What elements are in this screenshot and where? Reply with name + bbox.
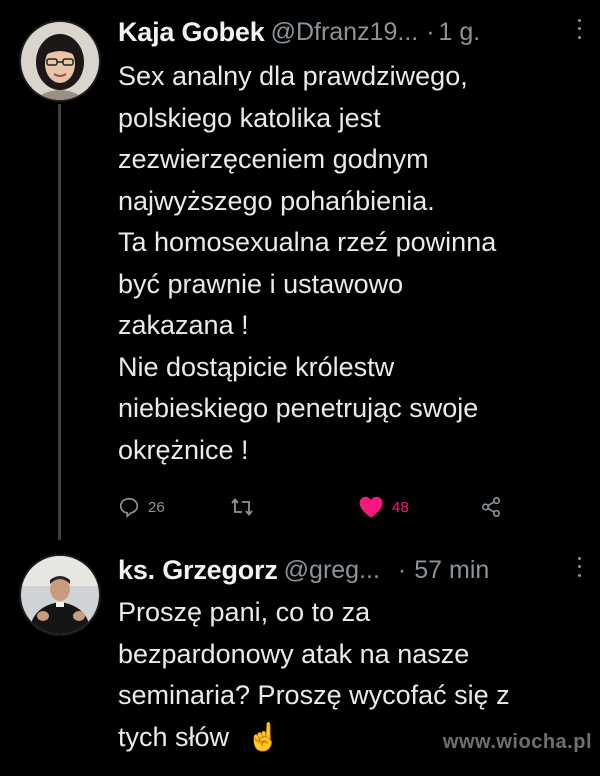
watermark: www.wiocha.pl bbox=[442, 731, 592, 753]
thread-line bbox=[58, 104, 61, 540]
retweet-icon bbox=[231, 498, 253, 516]
text-line: Sex analny dla prawdziwego, bbox=[118, 61, 468, 91]
author-handle[interactable]: @Dfranz19... bbox=[271, 18, 419, 47]
retweet-button[interactable] bbox=[230, 496, 262, 518]
like-button[interactable]: 48 bbox=[358, 495, 409, 519]
author-handle[interactable]: @greg... bbox=[284, 556, 380, 585]
separator: · bbox=[426, 17, 435, 46]
text-line: Ta homosexualna rzeź powinna bbox=[118, 227, 497, 257]
text-line: zakazana ! bbox=[118, 310, 249, 340]
separator: · bbox=[397, 555, 407, 584]
tweet-actions: 26 48 bbox=[118, 492, 540, 522]
text-line: najwyższego pohańbienia. bbox=[118, 185, 435, 216]
tweet-1[interactable]: Kaja Gobek @Dfranz19... · 1 g. Sex analn… bbox=[0, 0, 600, 540]
author-name[interactable]: ks. Grzegorz bbox=[118, 555, 278, 586]
tweet-text: Sex analny dla prawdziwego, polskiego ka… bbox=[118, 56, 580, 471]
text-line: seminaria? Proszę wycofać się z bbox=[118, 680, 510, 710]
share-button[interactable] bbox=[480, 496, 502, 518]
reply-count: 26 bbox=[148, 498, 165, 516]
text-line: tych słów bbox=[118, 721, 230, 752]
text-line: polskiego katolika jest bbox=[118, 102, 381, 133]
reply-button[interactable]: 26 bbox=[118, 496, 165, 518]
timestamp[interactable]: 1 g. bbox=[439, 18, 481, 47]
timestamp[interactable]: 57 min bbox=[414, 556, 489, 585]
reply-icon bbox=[119, 497, 139, 518]
text-line: niebieskiego penetrując swoje bbox=[118, 393, 479, 423]
author-name[interactable]: Kaja Gobek bbox=[118, 17, 265, 48]
avatar[interactable] bbox=[21, 556, 99, 634]
text-line: Proszę pani, co to za bbox=[118, 597, 371, 627]
more-options-icon[interactable] bbox=[572, 554, 586, 580]
text-line: okrężnice ! bbox=[118, 434, 249, 465]
heart-icon bbox=[359, 496, 383, 518]
text-line: Nie dostąpicie królestw bbox=[118, 351, 395, 382]
text-line: być prawnie i ustawowo bbox=[118, 268, 404, 299]
more-options-icon[interactable] bbox=[572, 16, 586, 42]
tweet-header: ks. Grzegorz @greg... · 57 min bbox=[118, 550, 590, 590]
text-line: zezwierzęceniem godnym bbox=[118, 144, 429, 174]
text-line: bezpardonowy atak na nasze bbox=[118, 638, 470, 669]
avatar[interactable] bbox=[21, 22, 99, 100]
tweet-header: Kaja Gobek @Dfranz19... · 1 g. bbox=[118, 12, 590, 52]
pointing-up-emoji: ☝ bbox=[246, 721, 281, 752]
share-icon bbox=[481, 497, 501, 517]
like-count: 48 bbox=[392, 498, 409, 516]
